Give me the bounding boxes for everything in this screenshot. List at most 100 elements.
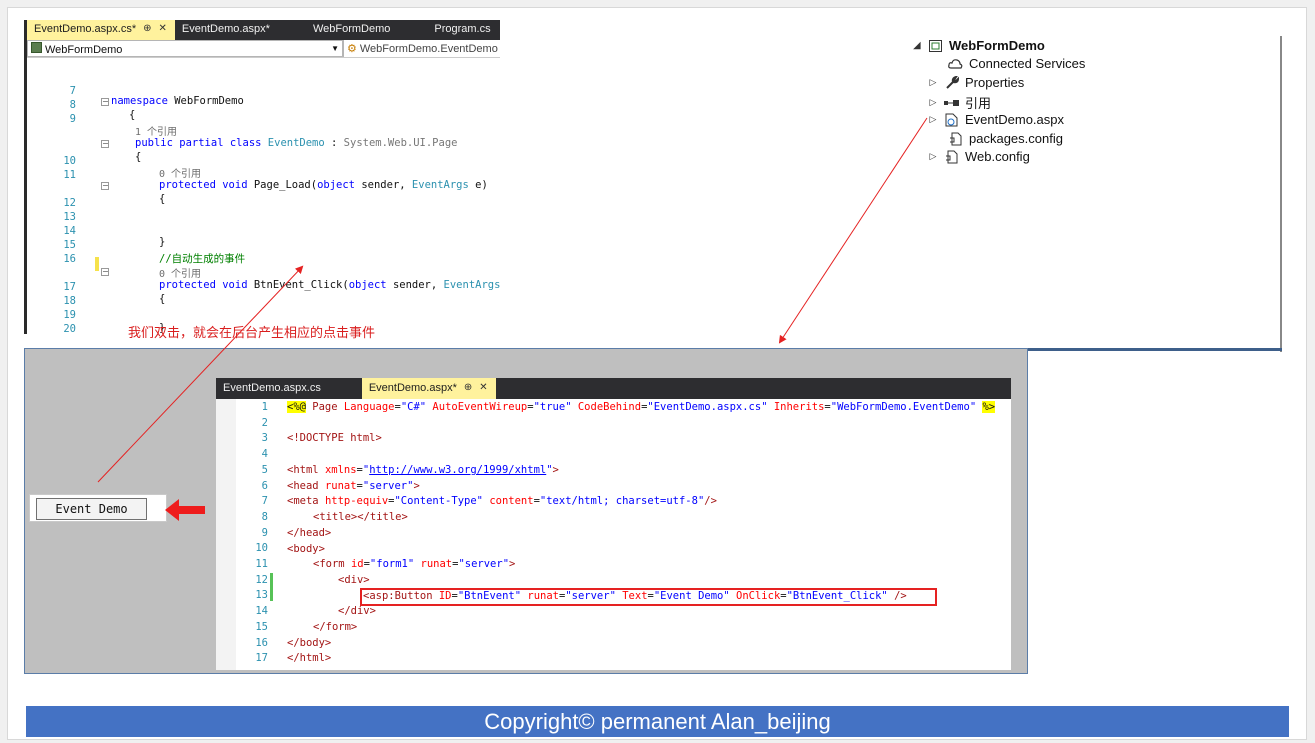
fold-toggle-icon[interactable]: − [101, 98, 109, 106]
line-number: 13 [63, 211, 76, 223]
keyword: namespace [111, 95, 168, 107]
code-line: <%@ Page Language="C#" AutoEventWireup="… [287, 401, 996, 413]
config-file-icon [948, 132, 963, 146]
class-dropdown[interactable]: ⚙ WebFormDemo.EventDemo [343, 40, 500, 57]
code-line: <form id="form1" runat="server"> [313, 558, 516, 570]
doctype: <!DOCTYPE html> [287, 432, 382, 444]
comment: //自动生成的事件 [159, 253, 246, 265]
aspx-file-icon [944, 113, 959, 127]
keyword: protected [159, 279, 216, 291]
tab-eventdemo-aspx-cs[interactable]: EventDemo.aspx.cs [216, 378, 362, 399]
tab-eventdemo-aspx-cs[interactable]: EventDemo.aspx.cs* ⊕ ✕ [27, 20, 175, 40]
attr-value: "C#" [400, 401, 427, 413]
line-number: 4 [261, 448, 268, 461]
panel-border [1020, 348, 1282, 351]
brace: } [159, 236, 166, 248]
line-number: 12 [63, 197, 76, 209]
directive-open: <%@ [287, 401, 306, 413]
tree-item-packages-config[interactable]: packages.config [932, 131, 1063, 146]
code-lens[interactable]: 0 个引用 [159, 165, 201, 180]
config-file-icon [944, 150, 959, 164]
code-line: </form> [313, 621, 357, 633]
line-number: 7 [261, 495, 268, 508]
keyword: partial [179, 137, 224, 149]
tag: <body> [287, 543, 325, 555]
change-marker [95, 257, 99, 271]
line-number: 7 [69, 85, 76, 97]
code-lens[interactable]: 0 个引用 [159, 265, 201, 280]
code-line: } [159, 236, 165, 248]
line-number: 11 [63, 169, 76, 181]
code-line: { [159, 193, 165, 205]
tree-item-label: Properties [965, 75, 1025, 90]
tree-item-web-config[interactable]: ▷ Web.config [928, 149, 1030, 164]
chevron-down-icon: ▼ [331, 44, 339, 53]
annotation-note: 我们双击，就会在后台产生相应的点击事件 [128, 326, 376, 341]
code-line: </div> [338, 605, 376, 617]
collapsed-triangle-icon[interactable]: ▷ [928, 97, 938, 108]
tree-item-connected-services[interactable]: Connected Services [932, 56, 1085, 71]
attr-value: "form1" [369, 558, 415, 570]
line-number: 13 [255, 589, 268, 602]
project-dropdown[interactable]: WebFormDemo ▼ [27, 40, 343, 57]
editor-nav-bar: WebFormDemo ▼ ⚙ WebFormDemo.EventDemo [27, 40, 500, 58]
tree-item-eventdemo-aspx[interactable]: ▷ EventDemo.aspx [928, 112, 1064, 127]
fold-toggle-icon[interactable]: − [101, 268, 109, 276]
tag: </html> [287, 652, 332, 664]
brace: { [135, 151, 142, 163]
event-demo-button[interactable]: Event Demo [36, 498, 147, 520]
attr-name: Inherits [767, 401, 825, 413]
xmlns-link[interactable]: http://www.w3.org/1999/xhtml [369, 464, 546, 476]
collapsed-triangle-icon[interactable]: ▷ [928, 114, 938, 125]
method-name: Page_Load( [247, 179, 318, 191]
line-number: 15 [63, 239, 76, 251]
line-number: 11 [255, 558, 268, 570]
web-project-icon [928, 39, 943, 53]
line-number: 5 [261, 463, 268, 476]
attr-name: Language [343, 401, 395, 413]
class-dropdown-value: WebFormDemo.EventDemo [359, 42, 498, 55]
param: sender, [355, 179, 412, 191]
attr-value: "server" [458, 558, 510, 570]
class-name: EventDemo [267, 137, 325, 149]
arrow-left-icon [165, 499, 205, 521]
close-icon[interactable]: ✕ [159, 23, 167, 40]
line-number: 16 [63, 253, 76, 265]
fold-toggle-icon[interactable]: − [101, 140, 109, 148]
line-number: 8 [69, 99, 76, 111]
fold-toggle-icon[interactable]: − [101, 182, 109, 190]
tree-item-label: Connected Services [969, 56, 1086, 71]
collapsed-triangle-icon[interactable]: ▷ [928, 77, 938, 88]
tree-item-properties[interactable]: ▷ Properties [928, 75, 1025, 90]
directive-close: %> [982, 401, 996, 413]
close-icon[interactable]: ✕ [479, 382, 487, 399]
line-number: 9 [69, 113, 76, 125]
code-lens[interactable]: 1 个引用 [135, 123, 177, 138]
tab-program-cs[interactable]: Program.cs [398, 20, 498, 40]
tab-eventdemo-aspx[interactable]: EventDemo.aspx* ⊕ ✕ [361, 378, 496, 399]
tree-item-references[interactable]: ▷ 引用 [928, 93, 991, 112]
wrench-icon [944, 75, 959, 90]
base-type: System.Web.UI.Page [343, 137, 458, 149]
type-name: EventArgs [411, 179, 469, 191]
attr-value: "text/html; charset=utf-8" [539, 495, 705, 507]
tag: <html [287, 464, 325, 476]
directive-name: Page [305, 401, 344, 413]
project-node[interactable]: ◢ WebFormDemo [912, 38, 1045, 53]
tab-webformdemo[interactable]: WebFormDemo [278, 20, 398, 40]
pin-icon[interactable]: ⊕ [464, 382, 472, 399]
tag: </body> [287, 637, 332, 649]
saved-change-marker [270, 573, 273, 601]
collapsed-triangle-icon[interactable]: ▷ [928, 151, 938, 162]
line-number: 17 [255, 652, 268, 665]
line-number: 9 [261, 526, 268, 539]
line-number: 19 [63, 309, 76, 321]
expanded-triangle-icon[interactable]: ◢ [912, 40, 922, 51]
csharp-project-icon [31, 41, 42, 53]
tab-label: EventDemo.aspx.cs* [34, 23, 137, 35]
line-number: 16 [255, 636, 268, 649]
line-number: 2 [261, 416, 268, 429]
tab-eventdemo-aspx[interactable]: EventDemo.aspx* [175, 20, 278, 40]
editor-tab-bar: EventDemo.aspx.cs* ⊕ ✕ EventDemo.aspx* W… [27, 20, 500, 40]
pin-icon[interactable]: ⊕ [143, 23, 151, 40]
